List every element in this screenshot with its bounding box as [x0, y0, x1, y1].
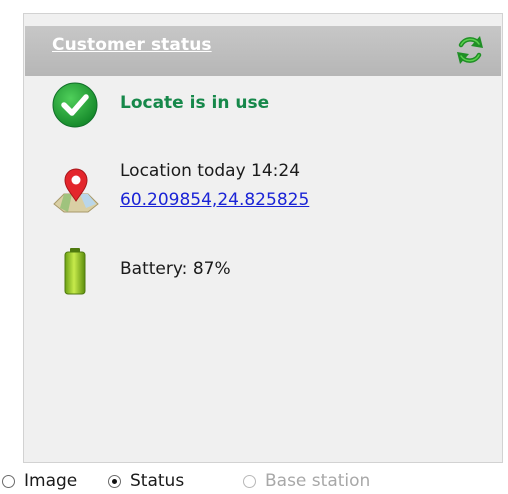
- location-coordinates-link[interactable]: 60.209854,24.825825: [120, 190, 309, 210]
- radio-image-label: Image: [24, 471, 78, 491]
- radio-status-circle[interactable]: [108, 474, 121, 488]
- panel-title-link[interactable]: Customer status: [52, 35, 212, 55]
- radio-base-station-label: Base station: [265, 471, 371, 491]
- radio-base-station-circle: [243, 474, 256, 488]
- view-options: Image Status Base station: [0, 465, 508, 494]
- radio-status-label: Status: [130, 471, 185, 491]
- check-circle-icon: [52, 82, 98, 128]
- status-text: Locate is in use: [120, 93, 270, 113]
- panel-header: Customer status: [25, 26, 501, 76]
- battery-text: Battery: 87%: [120, 259, 231, 279]
- radio-base-station: Base station: [243, 471, 370, 491]
- radio-image[interactable]: Image: [2, 471, 77, 491]
- radio-image-circle[interactable]: [2, 474, 15, 488]
- customer-status-panel: Customer status Locate is in use Locatio…: [23, 13, 503, 463]
- location-label: Location today 14:24: [120, 161, 301, 181]
- battery-icon: [64, 248, 86, 295]
- radio-status[interactable]: Status: [108, 471, 184, 491]
- map-pin-icon: [53, 168, 99, 213]
- refresh-icon[interactable]: [453, 33, 487, 67]
